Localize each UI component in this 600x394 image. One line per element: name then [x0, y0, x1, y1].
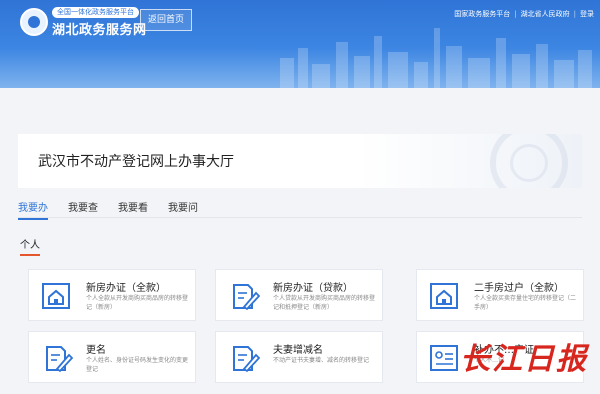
card-description: 个人姓名、身份证号码发生变化的变更登记 — [86, 357, 189, 373]
service-card-spouse-name[interactable]: 夫妻增减名 不动产证书夫妻增、减名的转移登记 — [215, 331, 383, 383]
section-title-personal: 个人 — [20, 236, 40, 256]
hubei-emblem-icon[interactable] — [20, 8, 48, 36]
card-title: 夫妻增减名 — [273, 345, 323, 356]
link-login[interactable]: 登录 — [580, 9, 594, 19]
service-card-second-hand-transfer[interactable]: 二手房过户（全款） 个人全款买卖存量住宅的转移登记（二手房） — [416, 269, 584, 321]
pen-document-icon — [233, 284, 260, 311]
card-description: 个人全款买卖存量住宅的转移登记（二手房） — [474, 295, 577, 311]
id-card-icon — [430, 345, 458, 371]
platform-tag: 全国一体化政务服务平台 — [52, 7, 139, 18]
card-title: 新房办证（贷款） — [273, 283, 353, 294]
pen-document-icon — [233, 346, 260, 373]
service-card-new-house-full[interactable]: 新房办证（全款） 个人全款从开发商购买商品房的转移登记（新房） — [28, 269, 196, 321]
link-separator: | — [573, 10, 576, 18]
service-card-name-change[interactable]: 更名 个人姓名、身份证号码发生变化的变更登记 — [28, 331, 196, 383]
card-title: 更名 — [86, 345, 106, 356]
changjiang-daily-watermark: 长江日报 — [460, 342, 588, 377]
house-certificate-icon — [42, 283, 70, 309]
tab-divider — [18, 217, 582, 218]
card-title: 二手房过户（全款） — [474, 283, 564, 294]
card-description: 个人贷款从开发商购买商品房的转移登记和抵押登记（新房） — [273, 295, 376, 311]
card-title: 新房办证（全款） — [86, 283, 166, 294]
top-links: 国家政务服务平台 | 湖北省人民政府 | 登录 — [454, 9, 594, 19]
pen-document-icon — [46, 346, 73, 373]
site-header: 全国一体化政务服务平台 湖北政务服务网 返回首页 国家政务服务平台 | 湖北省人… — [0, 0, 600, 88]
page-banner: 武汉市不动产登记网上办事大厅 — [18, 134, 582, 188]
emblem-watermark-icon — [490, 134, 568, 188]
city-skyline-illustration — [280, 28, 592, 88]
service-card-new-house-loan[interactable]: 新房办证（贷款） 个人贷款从开发商购买商品房的转移登记和抵押登记（新房） — [215, 269, 383, 321]
card-description: 不动产证书夫妻增、减名的转移登记 — [273, 357, 370, 364]
page-title: 武汉市不动产登记网上办事大厅 — [38, 154, 234, 170]
link-separator: | — [514, 10, 517, 18]
link-hubei-government[interactable]: 湖北省人民政府 — [521, 9, 570, 19]
site-logo-title[interactable]: 湖北政务服务网 — [52, 19, 147, 38]
house-certificate-icon — [430, 283, 458, 309]
link-national-platform[interactable]: 国家政务服务平台 — [454, 9, 510, 19]
return-home-button[interactable]: 返回首页 — [140, 9, 192, 31]
card-description: 个人全款从开发商购买商品房的转移登记（新房） — [86, 295, 189, 311]
